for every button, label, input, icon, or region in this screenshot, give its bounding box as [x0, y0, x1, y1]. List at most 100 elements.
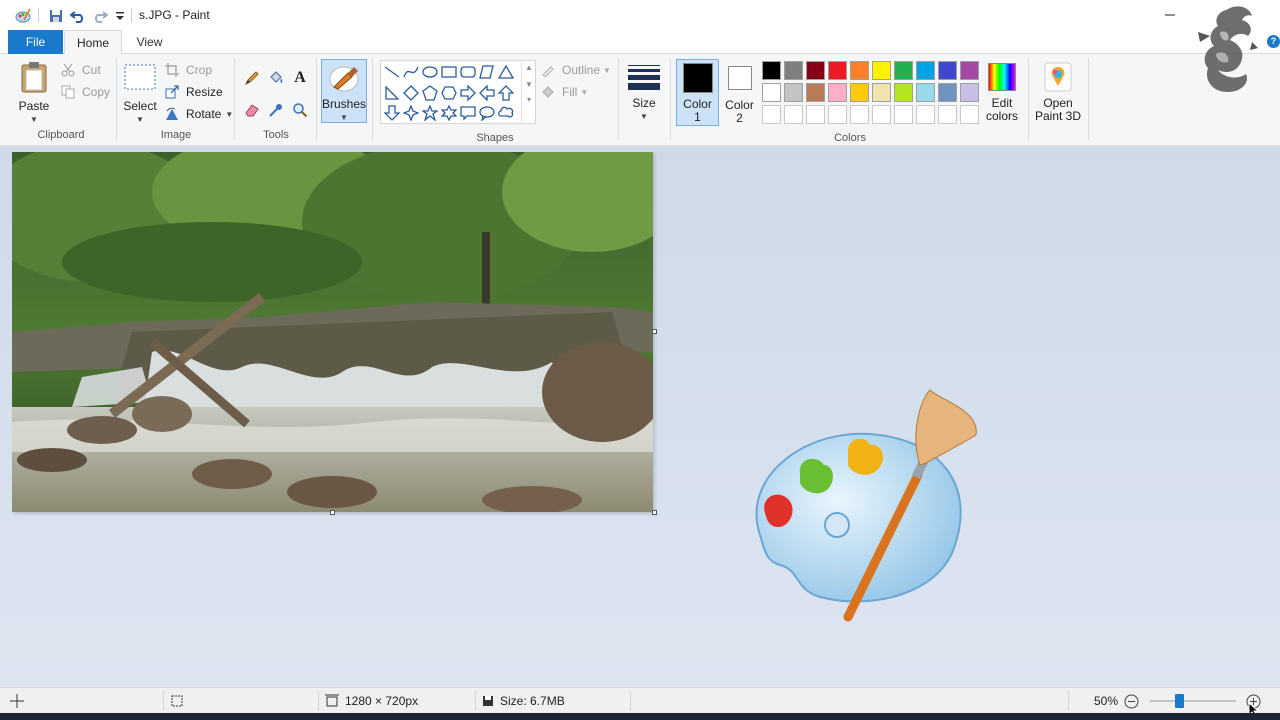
speech-bubble-shape-icon[interactable]: [459, 104, 477, 122]
resize-button[interactable]: Resize: [164, 82, 223, 102]
right-triangle-shape-icon[interactable]: [383, 84, 401, 102]
palette-swatch[interactable]: [784, 61, 803, 80]
scroll-up-icon[interactable]: ▲: [522, 63, 536, 72]
palette-swatch[interactable]: [938, 61, 957, 80]
fill-bucket-icon[interactable]: [266, 68, 286, 88]
zoom-slider-thumb[interactable]: [1174, 694, 1184, 708]
edit-colors-button[interactable]: Edit colors: [982, 60, 1022, 123]
left-arrow-shape-icon[interactable]: [478, 84, 496, 102]
rotate-dropdown-icon[interactable]: ▼: [225, 110, 233, 119]
custom-color-slot[interactable]: [762, 105, 781, 124]
tab-file[interactable]: File: [8, 30, 63, 54]
six-point-star-shape-icon[interactable]: [440, 104, 458, 122]
fill-dropdown-icon[interactable]: ▼: [580, 88, 588, 97]
palette-swatch[interactable]: [960, 61, 979, 80]
down-arrow-shape-icon[interactable]: [383, 104, 401, 122]
five-point-star-shape-icon[interactable]: [421, 104, 439, 122]
palette-swatch[interactable]: [762, 61, 781, 80]
polygon-shape-icon[interactable]: [478, 63, 496, 81]
tab-view[interactable]: View: [122, 30, 177, 54]
hexagon-shape-icon[interactable]: [440, 84, 458, 102]
select-dropdown-icon[interactable]: ▼: [120, 113, 160, 126]
paste-button[interactable]: Paste ▼: [10, 60, 58, 126]
palette-swatch[interactable]: [916, 83, 935, 102]
resize-handle-right[interactable]: [652, 329, 657, 334]
minimize-icon[interactable]: [1160, 5, 1180, 25]
custom-color-slot[interactable]: [894, 105, 913, 124]
custom-color-slot[interactable]: [938, 105, 957, 124]
pentagon-shape-icon[interactable]: [421, 84, 439, 102]
rotate-button[interactable]: Rotate ▼: [164, 104, 233, 124]
custom-color-slot[interactable]: [960, 105, 979, 124]
brushes-dropdown-icon[interactable]: ▼: [322, 111, 366, 124]
color1-button[interactable]: Color 1: [676, 59, 719, 126]
pencil-icon[interactable]: [242, 68, 262, 88]
brushes-button[interactable]: Brushes ▼: [321, 59, 367, 123]
palette-swatch[interactable]: [828, 83, 847, 102]
palette-swatch[interactable]: [806, 61, 825, 80]
resize-handle-corner[interactable]: [652, 510, 657, 515]
palette-swatch[interactable]: [784, 83, 803, 102]
color2-button[interactable]: Color 2: [719, 59, 760, 125]
custom-color-slot[interactable]: [850, 105, 869, 124]
canvas-image[interactable]: [12, 152, 653, 512]
palette-swatch[interactable]: [762, 83, 781, 102]
select-button[interactable]: Select ▼: [120, 60, 160, 126]
palette-swatch[interactable]: [894, 83, 913, 102]
paint-app-icon[interactable]: [14, 7, 32, 25]
undo-icon[interactable]: [69, 7, 87, 25]
palette-swatch[interactable]: [938, 83, 957, 102]
oval-callout-shape-icon[interactable]: [478, 104, 496, 122]
custom-color-slot[interactable]: [916, 105, 935, 124]
diamond-shape-icon[interactable]: [402, 84, 420, 102]
open-paint3d-button[interactable]: Open Paint 3D: [1032, 60, 1084, 123]
up-arrow-shape-icon[interactable]: [497, 84, 515, 102]
palette-swatch[interactable]: [872, 61, 891, 80]
customize-dropdown-icon[interactable]: [111, 7, 129, 25]
cut-button[interactable]: Cut: [60, 60, 101, 80]
help-icon[interactable]: ?: [1267, 35, 1280, 48]
size-dropdown-icon[interactable]: ▼: [622, 110, 666, 123]
line-shape-icon[interactable]: [383, 63, 401, 81]
custom-color-slot[interactable]: [784, 105, 803, 124]
rounded-rectangle-shape-icon[interactable]: [459, 63, 477, 81]
palette-swatch[interactable]: [894, 61, 913, 80]
palette-swatch[interactable]: [850, 83, 869, 102]
rectangle-shape-icon[interactable]: [440, 63, 458, 81]
shapes-scrollbar[interactable]: ▲ ▼ ▾: [521, 61, 536, 123]
redo-icon[interactable]: [91, 7, 109, 25]
custom-color-slot[interactable]: [872, 105, 891, 124]
palette-swatch[interactable]: [960, 83, 979, 102]
text-tool-icon[interactable]: A: [290, 68, 310, 88]
size-button[interactable]: Size ▼: [622, 60, 666, 123]
palette-swatch[interactable]: [806, 83, 825, 102]
magnifier-icon[interactable]: [290, 100, 310, 120]
paste-dropdown-icon[interactable]: ▼: [10, 113, 58, 126]
oval-shape-icon[interactable]: [421, 63, 439, 81]
palette-swatch[interactable]: [916, 61, 935, 80]
cloud-callout-shape-icon[interactable]: [497, 104, 515, 122]
shapes-expand-icon[interactable]: ▾: [522, 95, 536, 104]
copy-button[interactable]: Copy: [60, 82, 110, 102]
custom-color-slot[interactable]: [828, 105, 847, 124]
palette-swatch[interactable]: [828, 61, 847, 80]
triangle-shape-icon[interactable]: [497, 63, 515, 81]
outline-button[interactable]: Outline ▼: [540, 60, 611, 80]
scroll-down-icon[interactable]: ▼: [522, 80, 536, 89]
zoom-slider-track[interactable]: [1150, 700, 1236, 702]
custom-color-slot[interactable]: [806, 105, 825, 124]
resize-handle-bottom[interactable]: [330, 510, 335, 515]
right-arrow-shape-icon[interactable]: [459, 84, 477, 102]
crop-button[interactable]: Crop: [164, 60, 212, 80]
zoom-out-button[interactable]: [1124, 688, 1139, 714]
outline-dropdown-icon[interactable]: ▼: [603, 66, 611, 75]
four-point-star-shape-icon[interactable]: [402, 104, 420, 122]
curve-shape-icon[interactable]: [402, 63, 420, 81]
save-icon[interactable]: [47, 7, 65, 25]
palette-swatch[interactable]: [850, 61, 869, 80]
fill-button[interactable]: Fill ▼: [540, 82, 588, 102]
palette-swatch[interactable]: [872, 83, 891, 102]
color-picker-icon[interactable]: [266, 100, 286, 120]
eraser-icon[interactable]: [242, 100, 262, 120]
tab-home[interactable]: Home: [64, 30, 122, 55]
